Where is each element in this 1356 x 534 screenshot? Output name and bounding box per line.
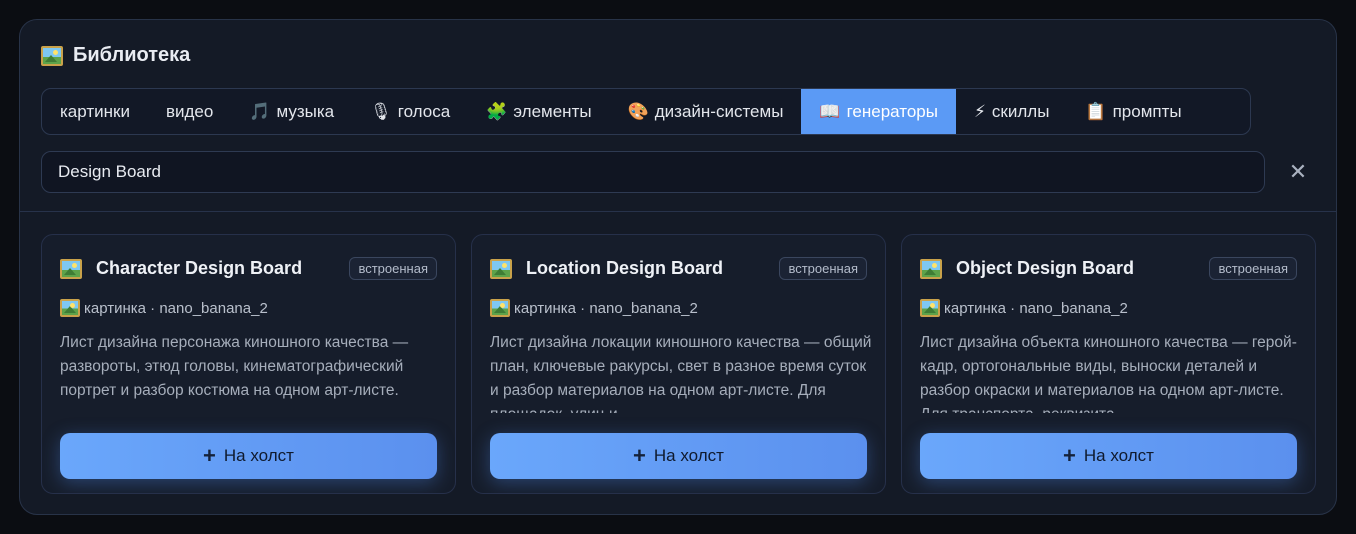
button-label: На холст	[1083, 446, 1154, 465]
tab-label: промпты	[1112, 101, 1182, 121]
page-title-text: Библиотека	[73, 44, 191, 66]
tab-label: видео	[165, 101, 214, 121]
card-header: Location Design Board встроенная	[490, 257, 867, 280]
card-description: Лист дизайна объекта киношного качества …	[920, 334, 1297, 413]
tab-video[interactable]: видео	[148, 89, 231, 134]
tab-label: дизайн-системы	[654, 101, 784, 121]
card-title: Location Design Board	[526, 258, 724, 278]
generator-card-character: Character Design Board встроенная картин…	[41, 234, 456, 494]
clear-search-icon[interactable]: ✕	[1286, 159, 1310, 184]
button-label: На холст	[653, 446, 724, 465]
clipboard-icon: 📋	[1085, 101, 1107, 121]
add-to-canvas-button[interactable]: + На холст	[60, 433, 437, 479]
library-header: Библиотека картинки видео 🎵 музыка 🎙 гол…	[20, 20, 1336, 212]
page-title: Библиотека	[41, 44, 190, 67]
framed-picture-icon	[920, 299, 940, 317]
button-label: На холст	[223, 446, 294, 465]
card-meta-text: картинка · nano_banana_2	[514, 299, 698, 317]
framed-picture-icon	[60, 299, 80, 317]
generator-card-location: Location Design Board встроенная картинк…	[471, 234, 886, 494]
card-description: Лист дизайна персонажа киношного качеств…	[60, 334, 409, 399]
tab-music[interactable]: 🎵 музыка	[231, 89, 352, 134]
tab-label: голоса	[397, 101, 451, 121]
generator-card-object: Object Design Board встроенная картинка …	[901, 234, 1316, 494]
framed-picture-icon	[41, 45, 63, 66]
add-to-canvas-button[interactable]: + На холст	[490, 433, 867, 479]
open-book-icon: 📖	[819, 101, 841, 121]
card-title: Character Design Board	[96, 258, 303, 278]
tab-elements[interactable]: 🧩 элементы	[468, 89, 609, 134]
builtin-badge: встроенная	[1209, 257, 1297, 280]
card-meta-text: картинка · nano_banana_2	[84, 299, 268, 317]
microphone-icon: 🎙	[370, 101, 392, 121]
palette-icon: 🎨	[627, 101, 649, 121]
tab-label: картинки	[60, 101, 130, 121]
plus-icon: +	[633, 443, 646, 468]
tab-label: музыка	[276, 101, 335, 121]
tab-design-systems[interactable]: 🎨 дизайн-системы	[610, 89, 802, 134]
card-meta: картинка · nano_banana_2	[490, 299, 698, 317]
tab-generators[interactable]: 📖 генераторы	[801, 89, 956, 134]
search-input[interactable]	[41, 151, 1265, 193]
tab-label: элементы	[513, 101, 592, 121]
tab-prompts[interactable]: 📋 промпты	[1067, 89, 1199, 134]
framed-picture-icon	[490, 299, 510, 317]
lightning-icon: ⚡	[973, 101, 986, 121]
card-meta-text: картинка · nano_banana_2	[944, 299, 1128, 317]
puzzle-piece-icon: 🧩	[486, 101, 508, 121]
card-header: Object Design Board встроенная	[920, 257, 1297, 280]
framed-picture-icon	[60, 258, 82, 279]
framed-picture-icon	[920, 258, 942, 279]
tab-label: генераторы	[846, 101, 938, 121]
category-tabs: картинки видео 🎵 музыка 🎙 голоса 🧩 элеме…	[41, 88, 1251, 135]
music-note-icon: 🎵	[249, 101, 271, 121]
plus-icon: +	[1063, 443, 1076, 468]
card-title: Object Design Board	[956, 258, 1135, 278]
tab-skills[interactable]: ⚡ скиллы	[956, 89, 1067, 134]
builtin-badge: встроенная	[349, 257, 437, 280]
card-header: Character Design Board встроенная	[60, 257, 437, 280]
tab-voices[interactable]: 🎙 голоса	[352, 89, 468, 134]
plus-icon: +	[203, 443, 216, 468]
tab-label: скиллы	[991, 101, 1050, 121]
framed-picture-icon	[490, 258, 512, 279]
card-meta: картинка · nano_banana_2	[920, 299, 1128, 317]
builtin-badge: встроенная	[779, 257, 867, 280]
card-meta: картинка · nano_banana_2	[60, 299, 268, 317]
card-description: Лист дизайна локации киношного качества …	[490, 334, 872, 413]
add-to-canvas-button[interactable]: + На холст	[920, 433, 1297, 479]
tab-images[interactable]: картинки	[42, 89, 148, 134]
library-panel: Библиотека картинки видео 🎵 музыка 🎙 гол…	[19, 19, 1337, 515]
